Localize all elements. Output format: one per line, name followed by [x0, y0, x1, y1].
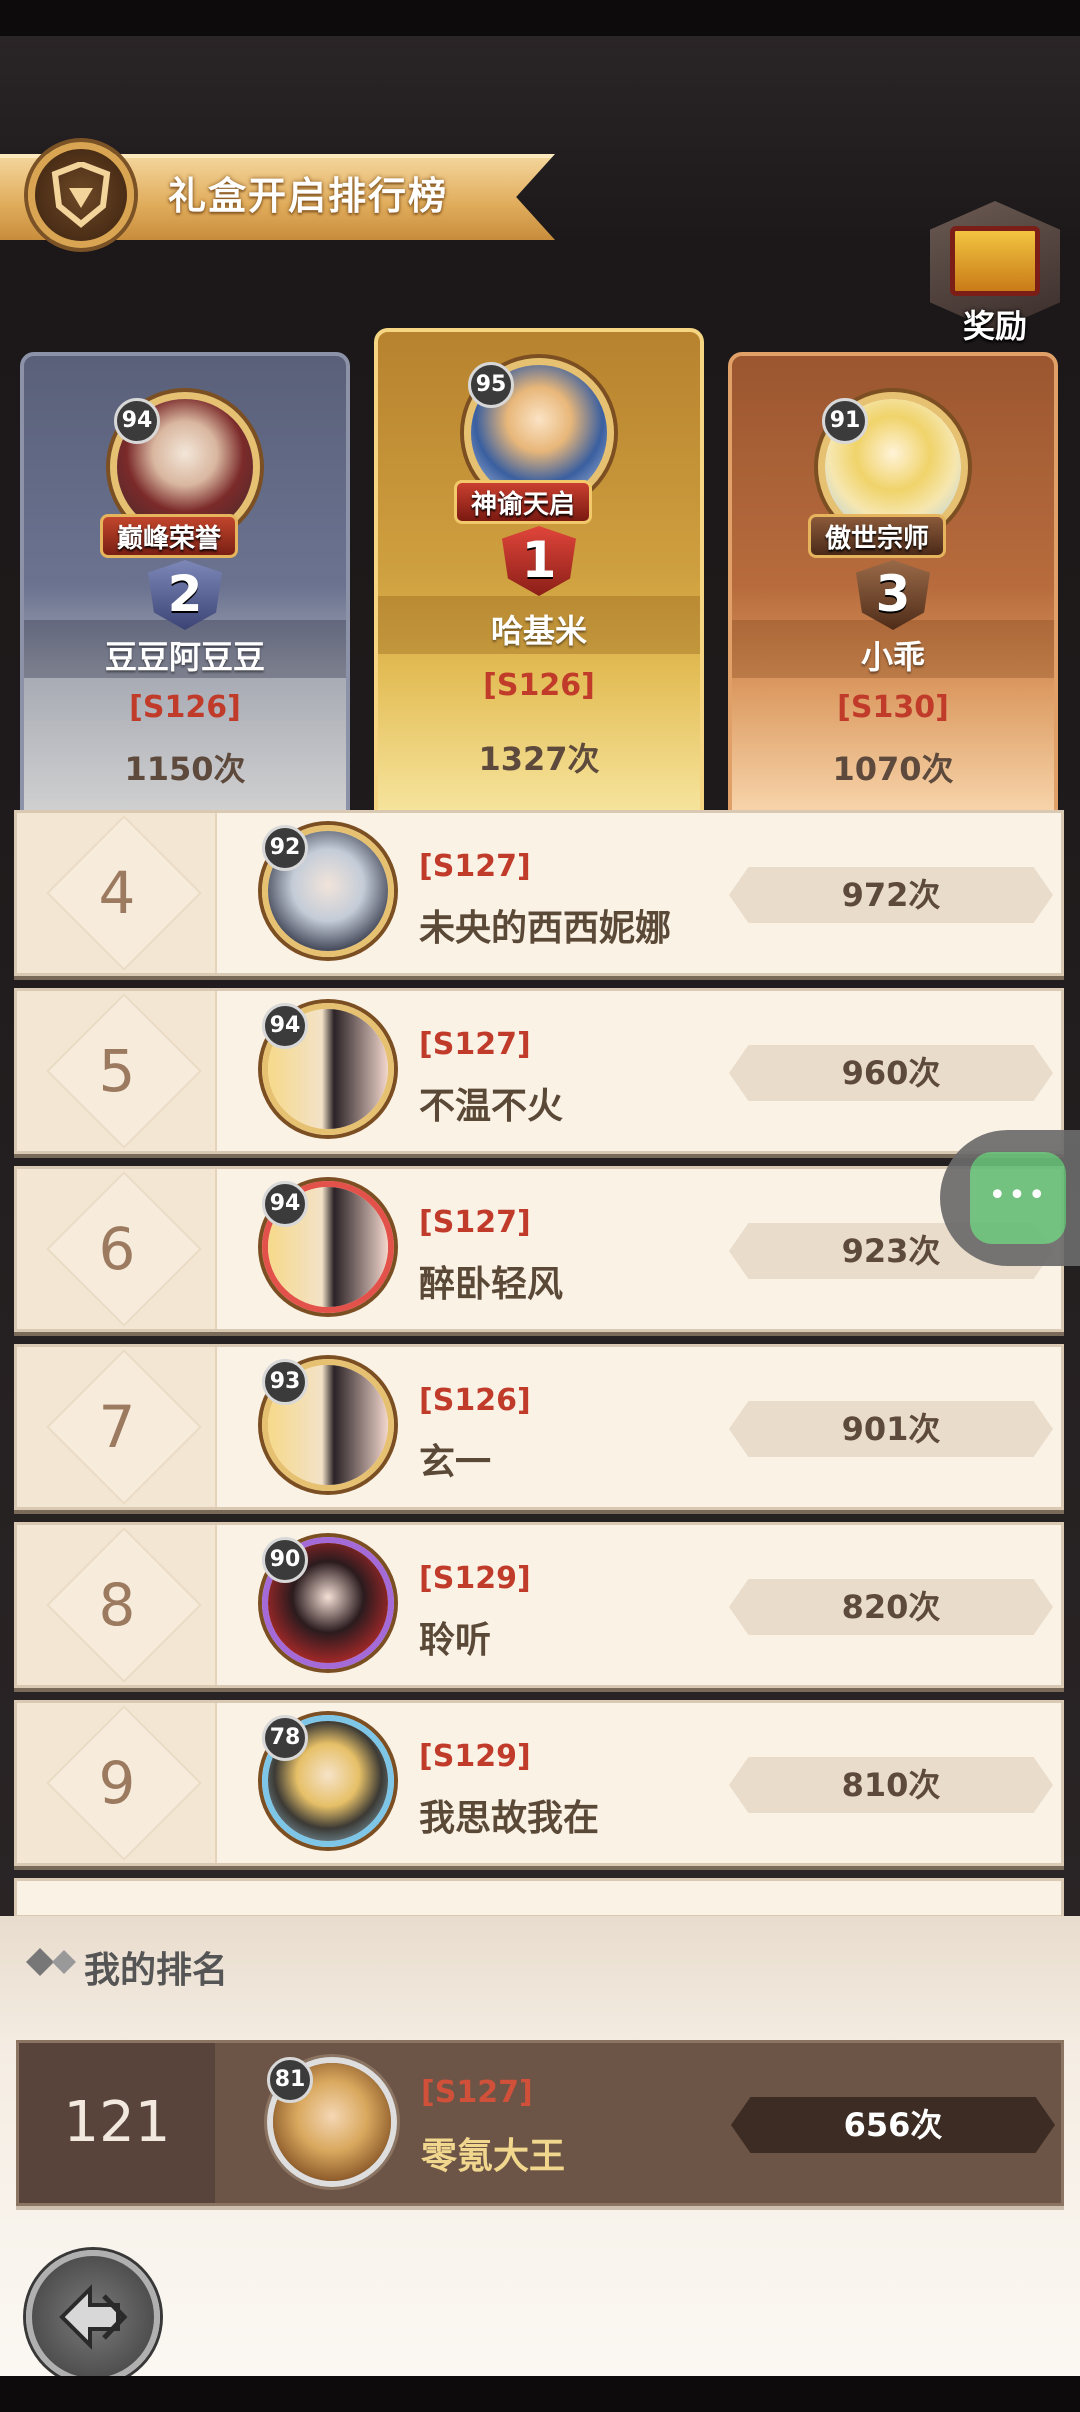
list-item[interactable]: 6 94 [S127] 醉卧轻风 923次 [14, 1166, 1064, 1332]
player-server: [S127] [421, 2075, 533, 2110]
my-rank-row[interactable]: 121 81 [S127] 零氪大王 656次 [16, 2040, 1064, 2206]
player-server: [S127] [419, 1027, 531, 1062]
level-badge: 92 [262, 825, 308, 871]
rank-medal: 1 [502, 526, 576, 596]
rank-number: 8 [98, 1571, 136, 1639]
podium-player-name: 小乖 [860, 638, 925, 676]
player-server: [S127] [419, 1205, 531, 1240]
level-badge: 94 [114, 398, 160, 444]
level-badge: 91 [822, 398, 868, 444]
podium-server: [S126] [129, 690, 241, 725]
level-badge: 93 [262, 1359, 308, 1405]
rank-number: 7 [98, 1393, 136, 1461]
open-count: 972次 [729, 867, 1053, 923]
player-name: 零氪大王 [421, 2136, 566, 2177]
rank-number: 5 [98, 1037, 136, 1105]
podium-player-name: 哈基米 [490, 612, 587, 650]
podium-player-name: 豆豆阿豆豆 [104, 638, 265, 676]
open-count: 960次 [729, 1045, 1053, 1101]
player-name: 不温不火 [419, 1086, 564, 1127]
level-badge: 90 [262, 1537, 308, 1583]
back-button[interactable] [26, 2250, 160, 2376]
level-badge: 94 [262, 1003, 308, 1049]
open-count: 810次 [729, 1757, 1053, 1813]
podium-card-rank-3[interactable]: 91 傲世宗师 3 小乖 [S130] 1070次 [728, 352, 1058, 822]
my-rank-label: 我的排名 [84, 1950, 229, 1991]
list-item[interactable]: 8 90 [S129] 聆听 820次 [14, 1522, 1064, 1688]
honor-title: 神谕天启 [454, 480, 593, 524]
list-item[interactable]: 9 78 [S129] 我思故我在 810次 [14, 1700, 1064, 1866]
list-item-partial [14, 1878, 1064, 1918]
player-name: 我思故我在 [419, 1798, 600, 1839]
player-server: [S127] [419, 849, 531, 884]
podium-count: 1070次 [832, 750, 954, 788]
list-item[interactable]: 5 94 [S127] 不温不火 960次 [14, 988, 1064, 1154]
rank-number: 9 [98, 1749, 136, 1817]
reward-label: 奖励 [962, 307, 1027, 345]
podium-count: 1327次 [478, 740, 600, 778]
open-count: 901次 [729, 1401, 1053, 1457]
level-badge: 81 [267, 2057, 313, 2103]
player-name: 玄一 [419, 1442, 492, 1483]
rank-number: 6 [98, 1215, 136, 1283]
level-badge: 95 [468, 362, 514, 408]
more-icon: ••• [970, 1152, 1066, 1244]
player-name: 未央的西西妮娜 [419, 908, 672, 949]
player-name: 醉卧轻风 [419, 1264, 564, 1305]
podium-count: 1150次 [124, 750, 246, 788]
leaderboard-screen: 礼盒开启排行榜 奖励 94 巅峰荣誉 2 豆豆阿豆豆 [S126] 1150次 … [0, 36, 1080, 2376]
back-arrow-icon [59, 2284, 128, 2350]
list-item[interactable]: 4 92 [S127] 未央的西西妮娜 972次 [14, 810, 1064, 976]
podium-server: [S126] [483, 668, 595, 703]
rank-number: 121 [63, 2090, 171, 2155]
shield-emblem-icon [28, 142, 134, 248]
floating-chat-button[interactable]: ••• [940, 1130, 1080, 1266]
page-title: 礼盒开启排行榜 [168, 174, 449, 218]
podium-card-rank-2[interactable]: 94 巅峰荣誉 2 豆豆阿豆豆 [S126] 1150次 [20, 352, 350, 822]
podium-card-rank-1[interactable]: 95 神谕天启 1 哈基米 [S126] 1327次 [374, 328, 704, 822]
rank-number: 4 [98, 859, 136, 927]
player-server: [S126] [419, 1383, 531, 1418]
player-server: [S129] [419, 1739, 531, 1774]
diamond-arrow-icon [22, 1944, 78, 1980]
open-count: 656次 [731, 2097, 1055, 2153]
honor-title: 傲世宗师 [808, 514, 947, 558]
list-item[interactable]: 7 93 [S126] 玄一 901次 [14, 1344, 1064, 1510]
player-name: 聆听 [419, 1620, 492, 1661]
reward-button[interactable]: 奖励 [930, 201, 1060, 345]
level-badge: 78 [262, 1715, 308, 1761]
player-server: [S129] [419, 1561, 531, 1596]
level-badge: 94 [262, 1181, 308, 1227]
honor-title: 巅峰荣誉 [100, 514, 239, 558]
podium-server: [S130] [837, 690, 949, 725]
open-count: 820次 [729, 1579, 1053, 1635]
